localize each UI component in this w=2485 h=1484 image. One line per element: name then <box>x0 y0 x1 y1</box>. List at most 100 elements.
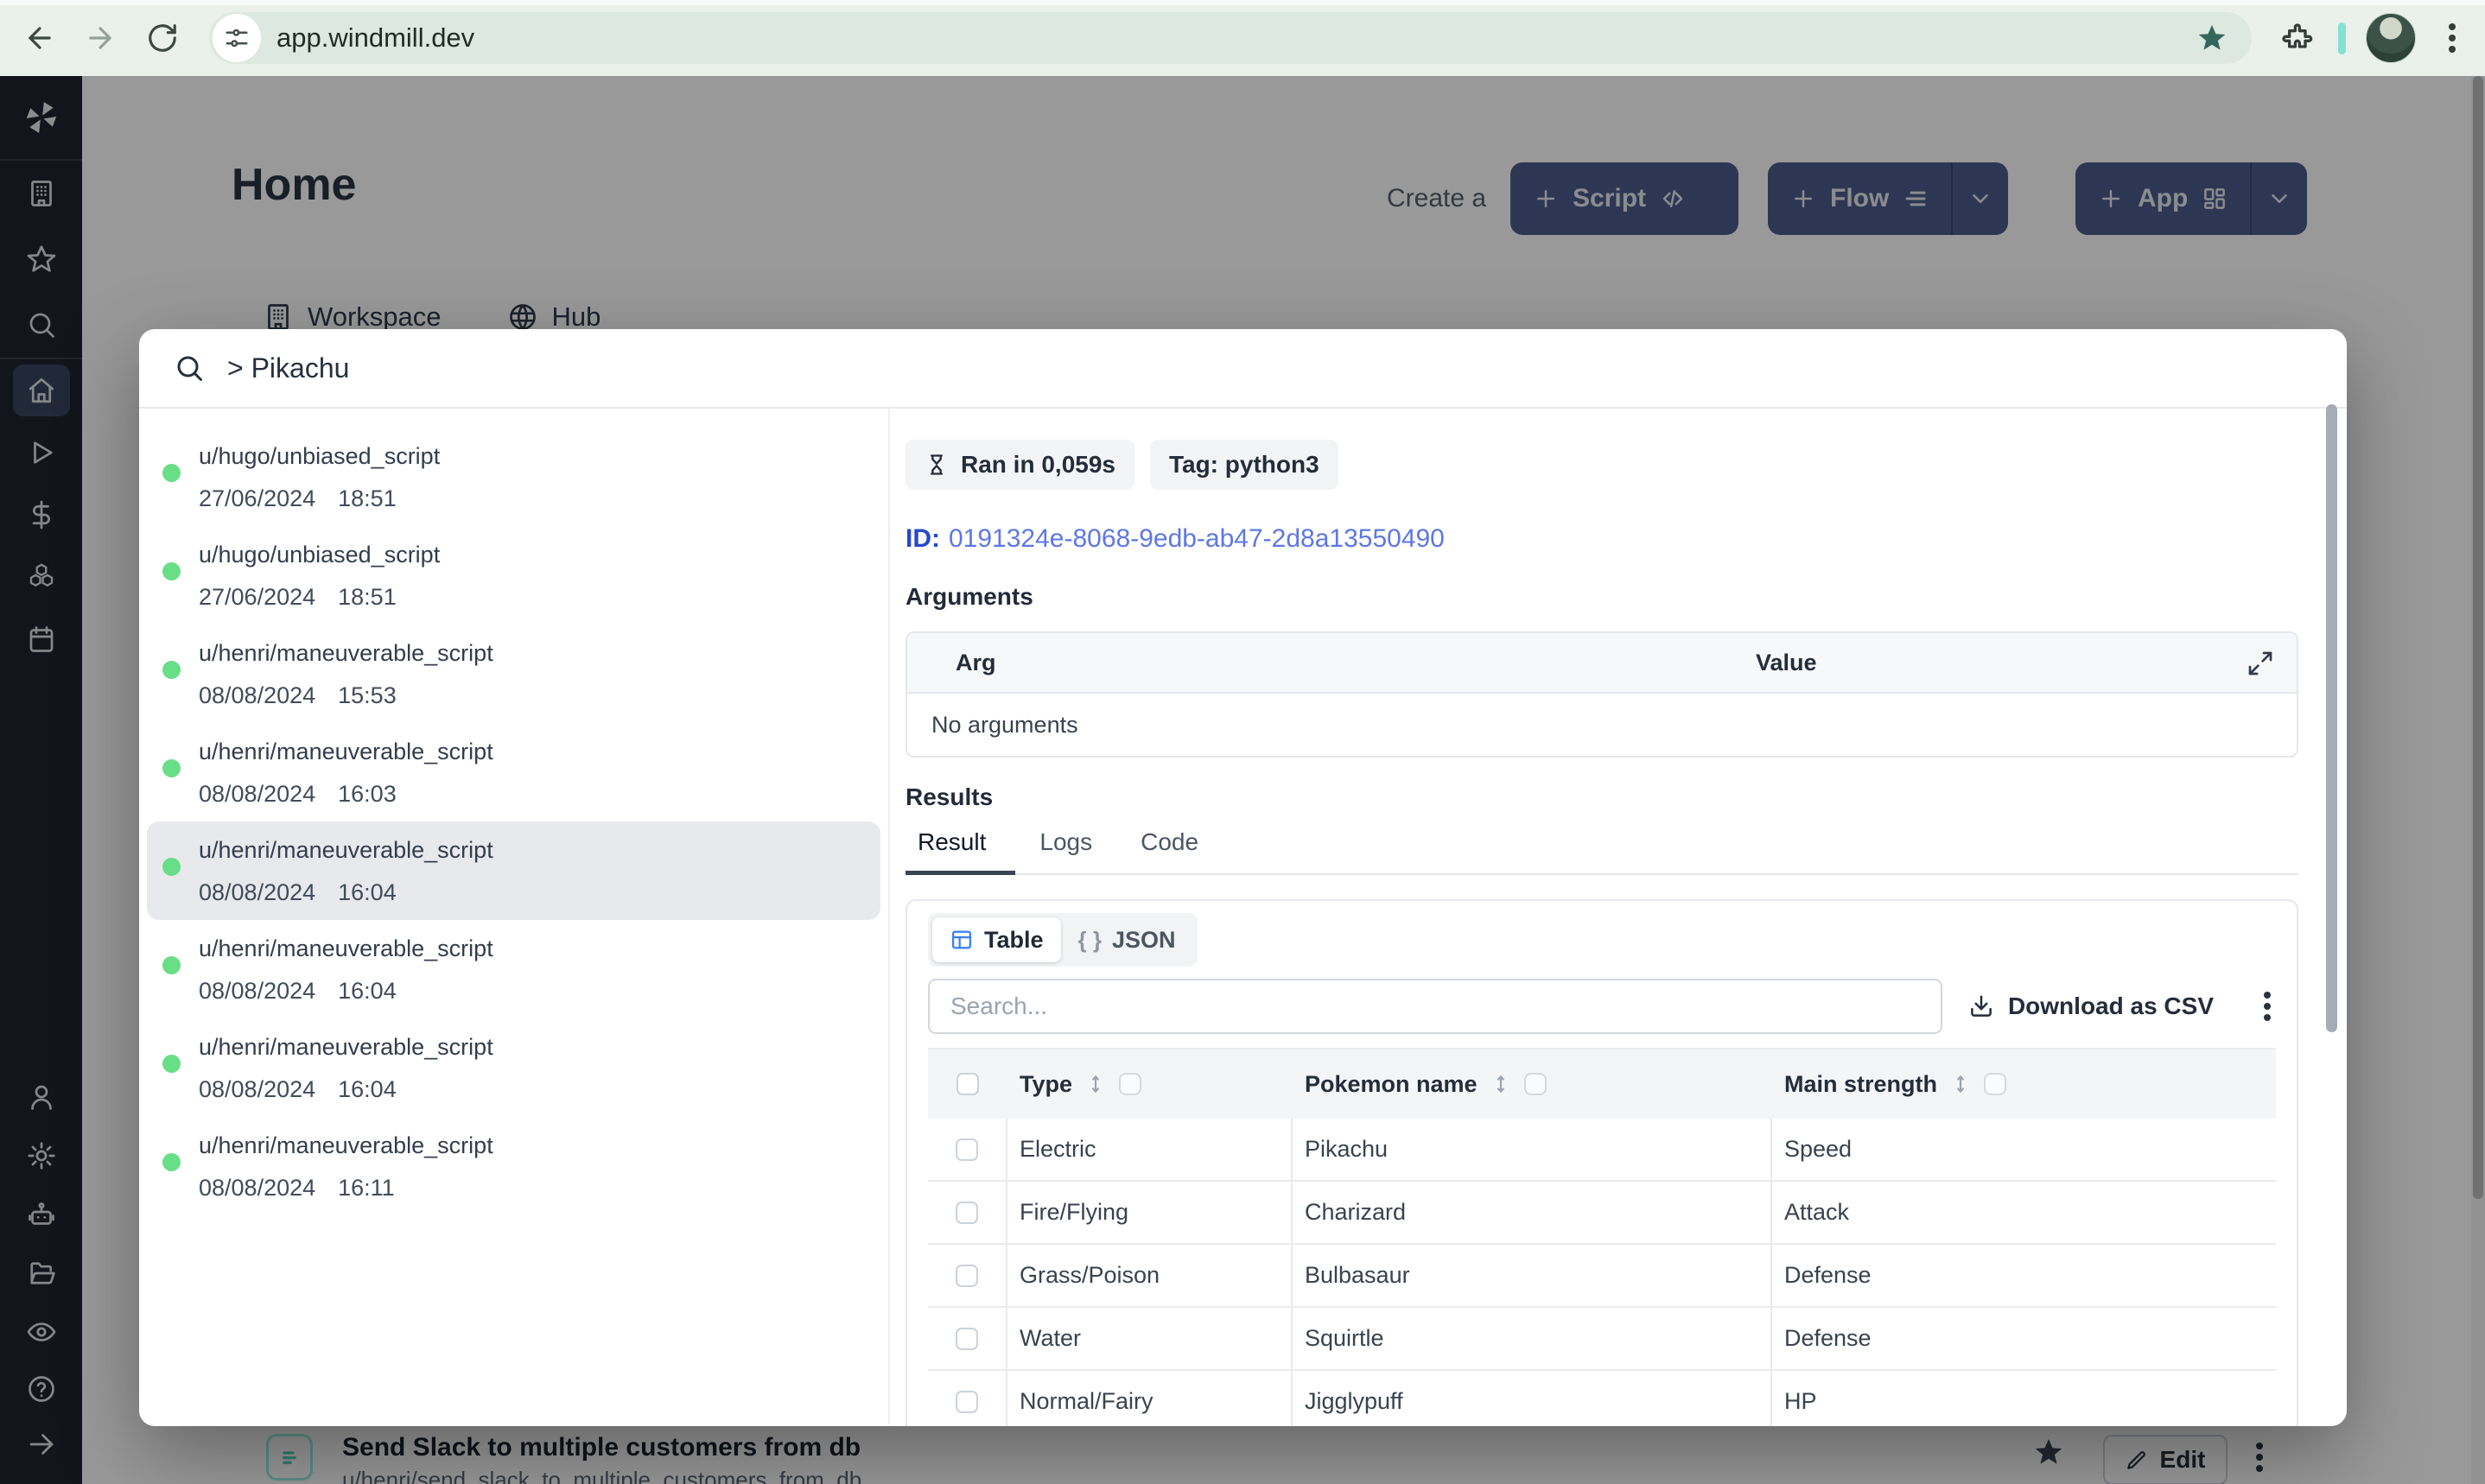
results-tab-result[interactable]: Result <box>906 828 1016 875</box>
table-column-header[interactable]: Type <box>1007 1071 1293 1098</box>
browser-menu-kebab-icon[interactable] <box>2449 21 2456 55</box>
site-settings-icon[interactable] <box>213 14 261 62</box>
run-list: u/hugo/unbiased_script 27/06/2024 18:51 u/h… <box>139 409 890 1424</box>
browser-reload-icon[interactable] <box>143 19 181 57</box>
table-row[interactable]: Grass/Poison Bulbasaur Defense <box>928 1245 2276 1308</box>
run-list-item[interactable]: u/henri/maneuverable_script 08/08/2024 16:… <box>147 920 880 1018</box>
run-list-item[interactable]: u/henri/maneuverable_script 08/08/2024 16:… <box>147 723 880 821</box>
column-label: Main strength <box>1784 1070 1938 1097</box>
run-id-row: ID: 0191324e-8068-9edb-ab47-2d8a13550490 <box>906 524 2298 554</box>
run-script-path: u/henri/maneuverable_script <box>199 1132 493 1158</box>
row-checkbox[interactable] <box>956 1264 978 1287</box>
run-list-item[interactable]: u/hugo/unbiased_script 27/06/2024 18:51 <box>147 428 880 526</box>
table-column-header[interactable]: Main strength <box>1772 1071 2276 1098</box>
run-datetime: 08/08/2024 15:53 <box>199 682 880 709</box>
success-status-dot <box>162 562 181 580</box>
results-tab-code[interactable]: Code <box>1116 828 1223 873</box>
table-cell: Electric <box>1007 1119 1293 1180</box>
results-tab-logs[interactable]: Logs <box>1015 828 1116 873</box>
table-cell: Fire/Flying <box>1007 1182 1293 1243</box>
browser-forward-icon[interactable] <box>81 19 119 57</box>
run-id-link[interactable]: 0191324e-8068-9edb-ab47-2d8a13550490 <box>949 524 1445 553</box>
row-checkbox[interactable] <box>956 1390 978 1413</box>
run-time: 16:04 <box>338 978 397 1004</box>
tag-badge-label: Tag: python3 <box>1168 451 1319 478</box>
column-filter-box[interactable] <box>1119 1073 1142 1095</box>
run-time: 15:53 <box>338 682 397 708</box>
success-status-dot <box>162 661 181 679</box>
table-column-header[interactable]: Pokemon name <box>1293 1071 1772 1098</box>
table-icon <box>951 930 972 949</box>
table-row[interactable]: Normal/Fairy Jigglypuff HP <box>928 1371 2276 1426</box>
header-check-cell <box>928 1050 1007 1119</box>
table-row[interactable]: Water Squirtle Defense <box>928 1308 2276 1371</box>
download-csv-button[interactable]: Download as CSV <box>1968 993 2214 1020</box>
bookmark-star-icon[interactable] <box>2196 22 2228 54</box>
table-cell: Charizard <box>1293 1182 1772 1243</box>
run-list-item[interactable]: u/henri/maneuverable_script 08/08/2024 16:… <box>147 1117 880 1215</box>
view-json-segment[interactable]: { } JSON <box>1061 917 1193 962</box>
row-check-cell <box>928 1371 1007 1426</box>
run-list-item[interactable]: u/henri/maneuverable_script 08/08/2024 16:… <box>147 821 880 920</box>
address-bar[interactable]: app.windmill.dev <box>209 12 2252 64</box>
run-script-path: u/henri/maneuverable_script <box>199 1034 493 1060</box>
row-check-cell <box>928 1182 1007 1243</box>
result-data-table: Type Pokemon name Main strength Electric Pi… <box>928 1048 2276 1426</box>
extensions-puzzle-icon[interactable] <box>2279 21 2314 55</box>
modal-search-input[interactable] <box>227 352 1783 384</box>
duration-badge: Ran in 0,059s <box>906 440 1134 490</box>
run-datetime: 08/08/2024 16:03 <box>199 781 880 808</box>
table-row[interactable]: Electric Pikachu Speed <box>928 1119 2276 1182</box>
row-checkbox[interactable] <box>956 1138 978 1161</box>
run-date: 08/08/2024 <box>199 682 316 708</box>
modal-body: u/hugo/unbiased_script 27/06/2024 18:51 u/h… <box>139 409 2347 1426</box>
run-list-item[interactable]: u/henri/maneuverable_script 08/08/2024 15:… <box>147 625 880 723</box>
run-date: 27/06/2024 <box>199 485 316 511</box>
column-label: Pokemon name <box>1305 1070 1478 1097</box>
profile-theme-divider <box>2338 22 2346 54</box>
table-cell: Defense <box>1784 1262 1872 1288</box>
modal-scrollbar-thumb[interactable] <box>2326 404 2337 1032</box>
table-cell: Normal/Fairy <box>1007 1371 1293 1426</box>
run-datetime: 08/08/2024 16:11 <box>199 1175 880 1202</box>
table-cell: Pikachu <box>1293 1119 1772 1180</box>
arguments-col-value: Value <box>1756 649 1817 675</box>
run-date: 27/06/2024 <box>199 584 316 610</box>
browser-back-icon[interactable] <box>21 19 59 57</box>
table-cell: Defense <box>1784 1325 1872 1351</box>
url-text[interactable]: app.windmill.dev <box>276 22 474 54</box>
run-time: 16:03 <box>338 781 397 807</box>
download-icon <box>1971 995 1992 1017</box>
column-filter-box[interactable] <box>1984 1073 2007 1095</box>
run-list-item[interactable]: u/hugo/unbiased_script 27/06/2024 18:51 <box>147 526 880 625</box>
row-checkbox[interactable] <box>956 1327 978 1350</box>
run-datetime: 08/08/2024 16:04 <box>199 1076 880 1103</box>
table-row[interactable]: Fire/Flying Charizard Attack <box>928 1182 2276 1245</box>
select-all-checkbox[interactable] <box>957 1073 979 1095</box>
table-search-input[interactable] <box>928 979 1942 1034</box>
tag-badge: Tag: python3 <box>1149 440 1338 490</box>
download-csv-label: Download as CSV <box>2007 993 2214 1019</box>
run-search-modal: u/hugo/unbiased_script27/06/202418:51u/h… <box>139 329 2347 1426</box>
results-tabs: Result Logs Code <box>906 828 2298 875</box>
success-status-dot <box>162 1153 181 1171</box>
table-cell: Bulbasaur <box>1293 1245 1772 1306</box>
arguments-col-arg: Arg <box>956 649 996 675</box>
table-toolbar: Download as CSV <box>928 979 2276 1034</box>
view-toggle: Table { } JSON <box>928 913 1198 967</box>
modal-search-bar[interactable] <box>139 329 2347 409</box>
run-details-panel: Ran in 0,059s Tag: python3 ID: 0191324e-8… <box>890 409 2347 1426</box>
table-cell: Squirtle <box>1293 1308 1772 1369</box>
expand-icon[interactable] <box>2247 650 2274 677</box>
success-status-dot <box>162 759 181 777</box>
table-menu-kebab-icon[interactable] <box>2264 989 2271 1024</box>
row-checkbox[interactable] <box>956 1201 978 1224</box>
column-filter-box[interactable] <box>1523 1073 1547 1095</box>
browser-profile-avatar[interactable] <box>2366 13 2416 63</box>
table-cell: HP <box>1784 1388 1817 1414</box>
success-status-dot <box>162 956 181 974</box>
run-list-item[interactable]: u/henri/maneuverable_script 08/08/2024 16:… <box>147 1018 880 1117</box>
view-table-segment[interactable]: Table <box>932 917 1061 962</box>
run-datetime: 27/06/2024 18:51 <box>199 584 880 611</box>
success-status-dot <box>162 858 181 876</box>
